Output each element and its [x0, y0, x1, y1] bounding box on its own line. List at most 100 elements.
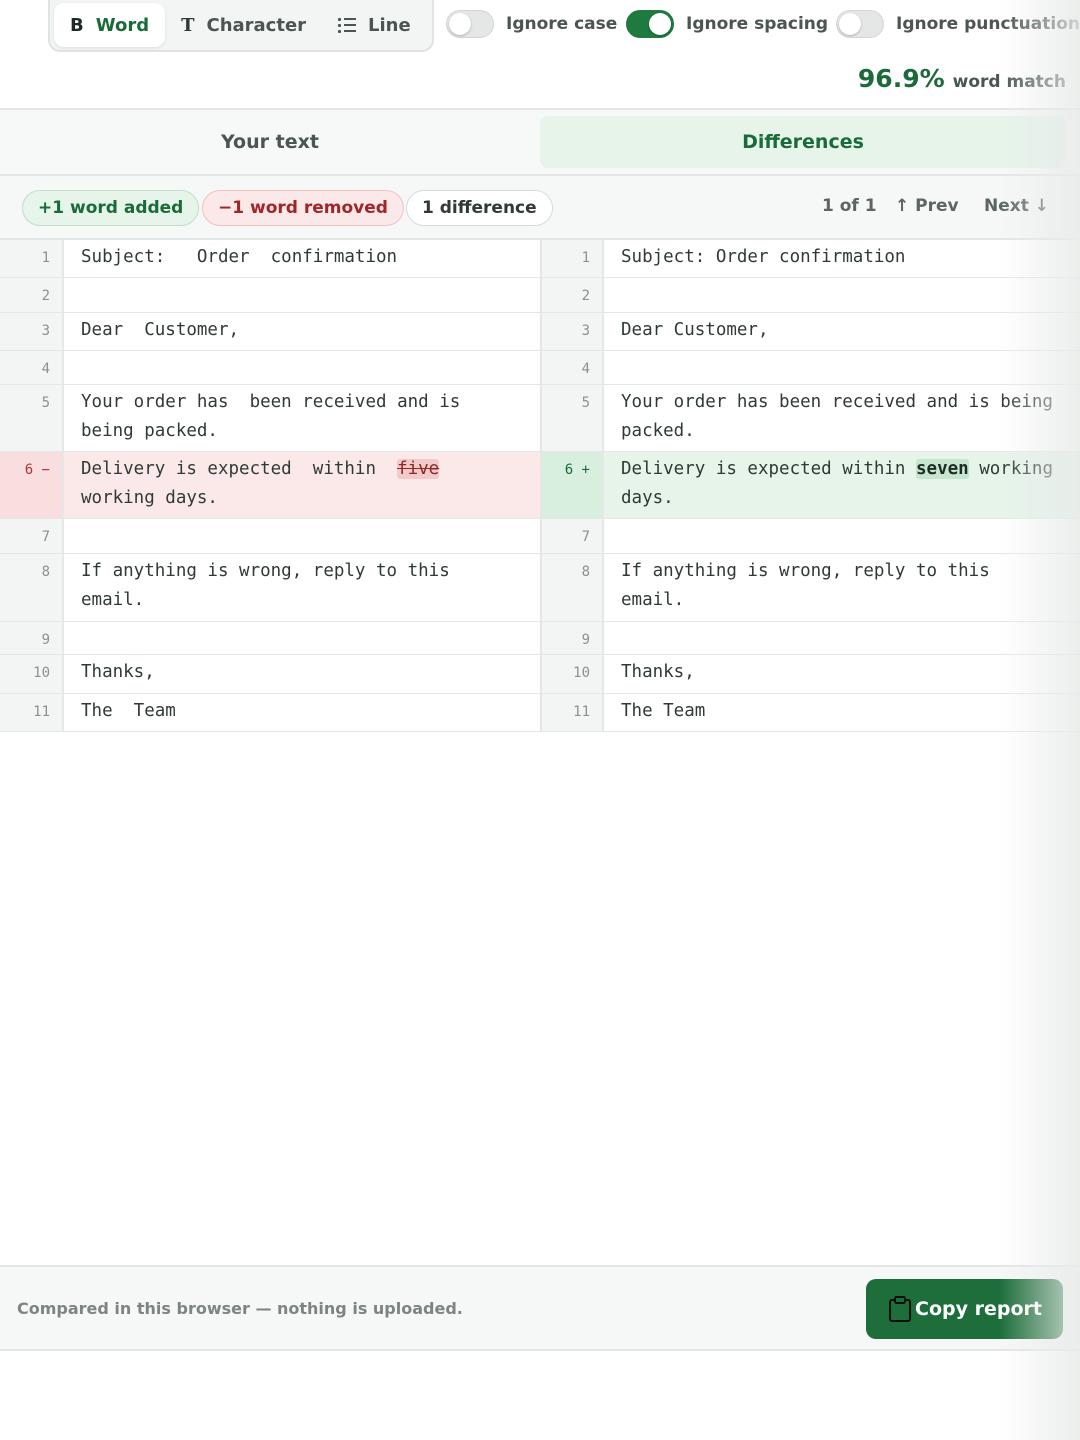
line-number: 8 [0, 554, 64, 621]
line-text [64, 622, 540, 654]
line-text [64, 519, 540, 553]
mode-word-label: Word [95, 14, 150, 36]
line-number: 3 [542, 313, 604, 350]
ignore-spacing-toggle[interactable]: Ignore spacing [626, 10, 828, 38]
diff-row: 3 Dear Customer, [0, 313, 540, 351]
line-text: The Team [81, 701, 176, 721]
diff-row-added: 6 + Delivery is expected within seven wor… [542, 452, 1080, 519]
line-text [604, 351, 1080, 384]
privacy-note: Compared in this browser — nothing is up… [17, 1299, 463, 1318]
mode-line-button[interactable]: Line [322, 3, 427, 47]
match-label: word match [952, 72, 1066, 92]
switch-knob [649, 13, 671, 35]
line-text: Dear Customer, [81, 320, 240, 340]
words-removed-badge: −1 word removed [202, 190, 404, 226]
diff-row: 8 If anything is wrong, reply to this ema… [542, 554, 1080, 622]
diff-row: 5 Your order has been received and is bei… [0, 385, 540, 452]
line-number: 6 + [542, 452, 604, 518]
line-text [604, 278, 1080, 312]
diff-row: 2 [542, 278, 1080, 313]
line-number: 10 [542, 655, 604, 693]
compare-mode-group: B Word T Character Line [48, 0, 434, 52]
added-word: seven [916, 459, 969, 479]
diff-row: 3 Dear Customer, [542, 313, 1080, 351]
line-number: 4 [0, 351, 64, 384]
diff-row: 10 Thanks, [542, 655, 1080, 694]
prev-difference-button[interactable]: ↑ Prev [895, 196, 959, 216]
mode-line-label: Line [368, 14, 411, 36]
switch-knob [839, 13, 861, 35]
view-tabs: Your text Differences [0, 110, 1080, 176]
diff-row: 1 Subject: Order confirmation [0, 240, 540, 278]
line-text: Thanks, [81, 662, 155, 682]
ignore-punctuation-label: Ignore punctuation [896, 14, 1080, 34]
line-text [64, 351, 540, 384]
line-text [64, 278, 540, 312]
line-number: 6 − [0, 452, 64, 518]
tab-your-text[interactable]: Your text [0, 116, 540, 168]
line-number: 5 [0, 385, 64, 451]
line-text: Delivery is expected within seven workin… [604, 452, 1080, 518]
ignore-case-toggle[interactable]: Ignore case [446, 10, 617, 38]
ignore-punctuation-switch[interactable] [836, 10, 884, 38]
diff-row: 7 [542, 519, 1080, 554]
diff-row: 9 [542, 622, 1080, 655]
line-text-before: Delivery is expected within [81, 459, 398, 479]
line-number: 10 [0, 655, 64, 693]
next-difference-button[interactable]: Next ↓ [984, 196, 1049, 216]
line-number: 1 [542, 240, 604, 277]
diff-summary-bar: +1 word added −1 word removed 1 differen… [0, 176, 1080, 240]
removed-word: five [397, 459, 440, 479]
line-text: Your order has been received and is bein… [81, 392, 461, 441]
diff-row: 5 Your order has been received and is bei… [542, 385, 1080, 452]
toolbar: B Word T Character Line Ignore case Igno… [0, 0, 1080, 110]
difference-position: 1 of 1 [822, 196, 877, 216]
ignore-spacing-label: Ignore spacing [686, 14, 829, 34]
line-text: Dear Customer, [621, 320, 769, 340]
tab-differences[interactable]: Differences [540, 116, 1066, 168]
line-number: 7 [542, 519, 604, 553]
line-number: 9 [542, 622, 604, 654]
line-number: 4 [542, 351, 604, 384]
mode-character-button[interactable]: T Character [165, 3, 322, 47]
original-pane: 1 Subject: Order confirmation 2 3 Dear Cus… [0, 240, 540, 732]
copy-report-button[interactable]: Copy report [866, 1279, 1063, 1339]
switch-knob [449, 13, 471, 35]
line-text-before: Delivery is expected within [621, 459, 917, 479]
ignore-case-label: Ignore case [506, 14, 618, 34]
line-number: 11 [0, 694, 64, 731]
line-number: 11 [542, 694, 604, 731]
diff-row: 1 Subject: Order confirmation [542, 240, 1080, 278]
line-text: The Team [621, 701, 706, 721]
line-number: 2 [0, 278, 64, 312]
diff-row: 2 [0, 278, 540, 313]
diff-row-removed: 6 − Delivery is expected within five work… [0, 452, 540, 519]
diff-row: 8 If anything is wrong, reply to this ema… [0, 554, 540, 622]
clipboard-icon [889, 1296, 912, 1322]
mode-word-button[interactable]: B Word [54, 3, 166, 47]
diff-row: 4 [542, 351, 1080, 385]
mode-character-label: Character [206, 14, 307, 36]
line-text [604, 519, 1080, 553]
line-number: 7 [0, 519, 64, 553]
line-number: 1 [0, 240, 64, 277]
line-text-after: working days. [81, 488, 218, 508]
line-number: 9 [0, 622, 64, 654]
match-percentage: 96.9% [857, 64, 945, 93]
line-text: Delivery is expected within five working… [64, 452, 540, 518]
diff-row: 4 [0, 351, 540, 385]
copy-report-label: Copy report [915, 1298, 1042, 1320]
diff-row: 7 [0, 519, 540, 554]
ignore-case-switch[interactable] [446, 10, 494, 38]
diff-row: 10 Thanks, [0, 655, 540, 694]
line-text: Thanks, [621, 662, 695, 682]
ignore-spacing-switch[interactable] [626, 10, 674, 38]
line-text: Subject: Order confirmation [81, 247, 398, 267]
line-number: 2 [542, 278, 604, 312]
diff-row: 11 The Team [0, 694, 540, 732]
words-added-badge: +1 word added [22, 190, 200, 226]
line-number: 3 [0, 313, 64, 350]
ignore-punctuation-toggle[interactable]: Ignore punctuation [836, 10, 1080, 38]
diff-view: 1 Subject: Order confirmation 2 3 Dear Cus… [0, 240, 1080, 732]
serif-t-icon: T [181, 14, 195, 36]
